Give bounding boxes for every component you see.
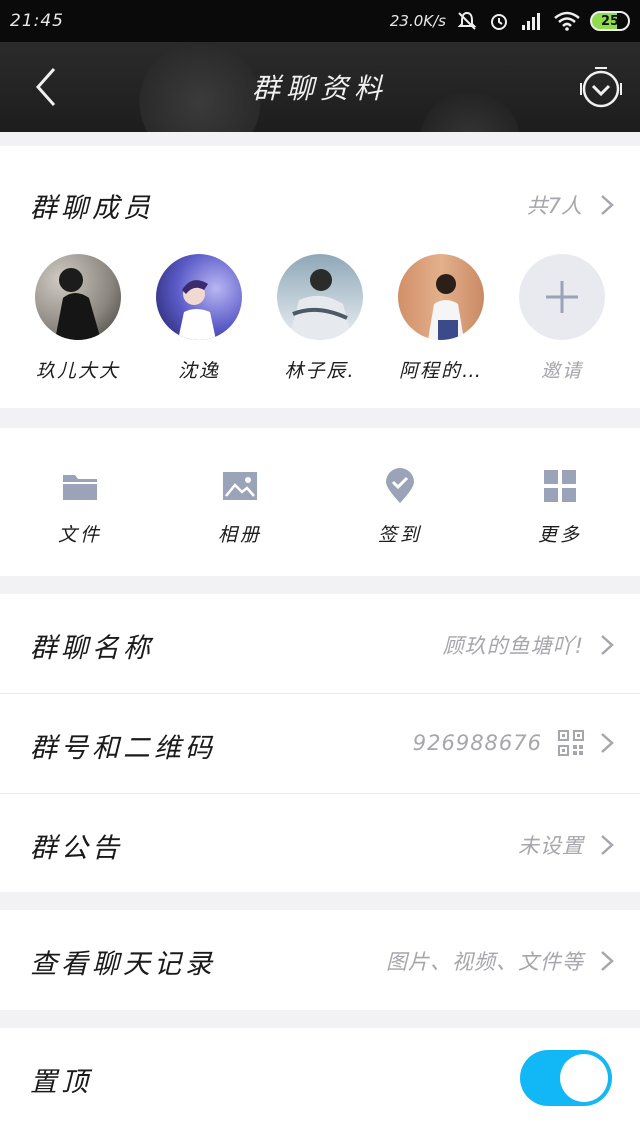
chat-history-section: 查看聊天记录 图片、视频、文件等: [0, 910, 640, 1010]
members-section: 群聊成员 共7人 玖儿大大 沈逸 林子辰. 阿程的… 邀请: [0, 146, 640, 408]
member-name: 玖儿大大: [35, 360, 120, 382]
files-button[interactable]: 文件: [20, 466, 140, 547]
member-item[interactable]: 玖儿大大: [18, 254, 138, 383]
title-bar: 群聊资料: [0, 42, 640, 132]
signal-icon: [522, 13, 540, 30]
qr-code-icon: [558, 730, 584, 756]
member-avatars: 玖儿大大 沈逸 林子辰. 阿程的… 邀请: [0, 254, 640, 384]
net-speed: 23.0K/s: [389, 12, 446, 30]
members-count: 共7人: [526, 194, 582, 218]
members-title: 群聊成员: [30, 193, 154, 224]
invite-avatar: [519, 254, 605, 340]
announcement-row[interactable]: 群公告 未设置: [0, 794, 640, 893]
avatar: [156, 254, 242, 340]
chevron-left-icon: [35, 68, 56, 106]
chevron-right-icon: [601, 951, 614, 971]
member-name: 林子辰.: [284, 360, 356, 382]
plus-icon: [546, 281, 578, 313]
member-name: 阿程的…: [398, 360, 483, 382]
avatar: [277, 254, 363, 340]
chat-history-value: 图片、视频、文件等: [386, 950, 584, 974]
clock: 21:45: [10, 11, 64, 31]
album-button[interactable]: 相册: [180, 466, 300, 547]
alarm-icon: [491, 14, 507, 30]
member-name: 沈逸: [177, 360, 220, 382]
invite-label: 邀请: [540, 360, 583, 382]
group-info-section: 群聊名称 顾玖的鱼塘吖! 群号和二维码 926988676 群公告 未设置: [0, 594, 640, 892]
chevron-right-icon: [601, 733, 614, 753]
avatar: [398, 254, 484, 340]
pin-row: 置顶: [0, 1028, 640, 1138]
chevron-down-circle-icon: [580, 67, 622, 108]
members-count-link[interactable]: 共7人: [527, 190, 614, 220]
tools-section: 文件 相册 签到 更多: [0, 428, 640, 576]
menu-button[interactable]: [576, 64, 626, 114]
battery-indicator: 25: [590, 11, 630, 31]
pin-toggle[interactable]: [520, 1050, 612, 1106]
chat-history-row[interactable]: 查看聊天记录 图片、视频、文件等: [0, 910, 640, 1009]
checkin-button[interactable]: 签到: [340, 466, 460, 547]
chevron-right-icon: [601, 835, 614, 855]
toggle-knob: [560, 1054, 608, 1102]
image-icon: [223, 472, 257, 500]
pin-label: 置顶: [30, 1067, 92, 1098]
grid-icon: [544, 470, 576, 502]
group-number-label: 群号和二维码: [30, 733, 216, 764]
page-title: 群聊资料: [251, 72, 388, 105]
group-number-value: 926988676: [412, 731, 542, 755]
chevron-right-icon: [601, 195, 614, 215]
group-name-row[interactable]: 群聊名称 顾玖的鱼塘吖!: [0, 594, 640, 693]
battery-level: 25: [600, 13, 620, 29]
checkin-icon: [386, 468, 414, 503]
status-icons: 23.0K/s 25: [390, 10, 630, 32]
wifi-icon: [554, 11, 580, 31]
more-tools-label: 更多: [537, 524, 582, 546]
member-item[interactable]: 沈逸: [139, 254, 259, 383]
chat-history-label: 查看聊天记录: [30, 949, 216, 980]
bell-off-icon: [457, 11, 477, 30]
group-number-row[interactable]: 群号和二维码 926988676: [0, 694, 640, 793]
folder-icon: [63, 475, 97, 500]
group-name-label: 群聊名称: [30, 633, 154, 664]
status-bar: 21:45 23.0K/s 25: [0, 0, 640, 42]
member-item[interactable]: 阿程的…: [381, 254, 501, 383]
pin-section: 置顶: [0, 1028, 640, 1138]
group-name-value: 顾玖的鱼塘吖!: [442, 634, 584, 658]
checkin-label: 签到: [377, 524, 422, 546]
announcement-value: 未设置: [518, 834, 584, 858]
back-button[interactable]: [26, 62, 66, 112]
invite-member-button[interactable]: 邀请: [502, 254, 622, 383]
announcement-label: 群公告: [30, 833, 123, 864]
chevron-right-icon: [601, 635, 614, 655]
files-label: 文件: [57, 524, 102, 546]
member-item[interactable]: 林子辰.: [260, 254, 380, 383]
more-tools-button[interactable]: 更多: [500, 466, 620, 547]
avatar: [35, 254, 121, 340]
album-label: 相册: [217, 524, 262, 546]
